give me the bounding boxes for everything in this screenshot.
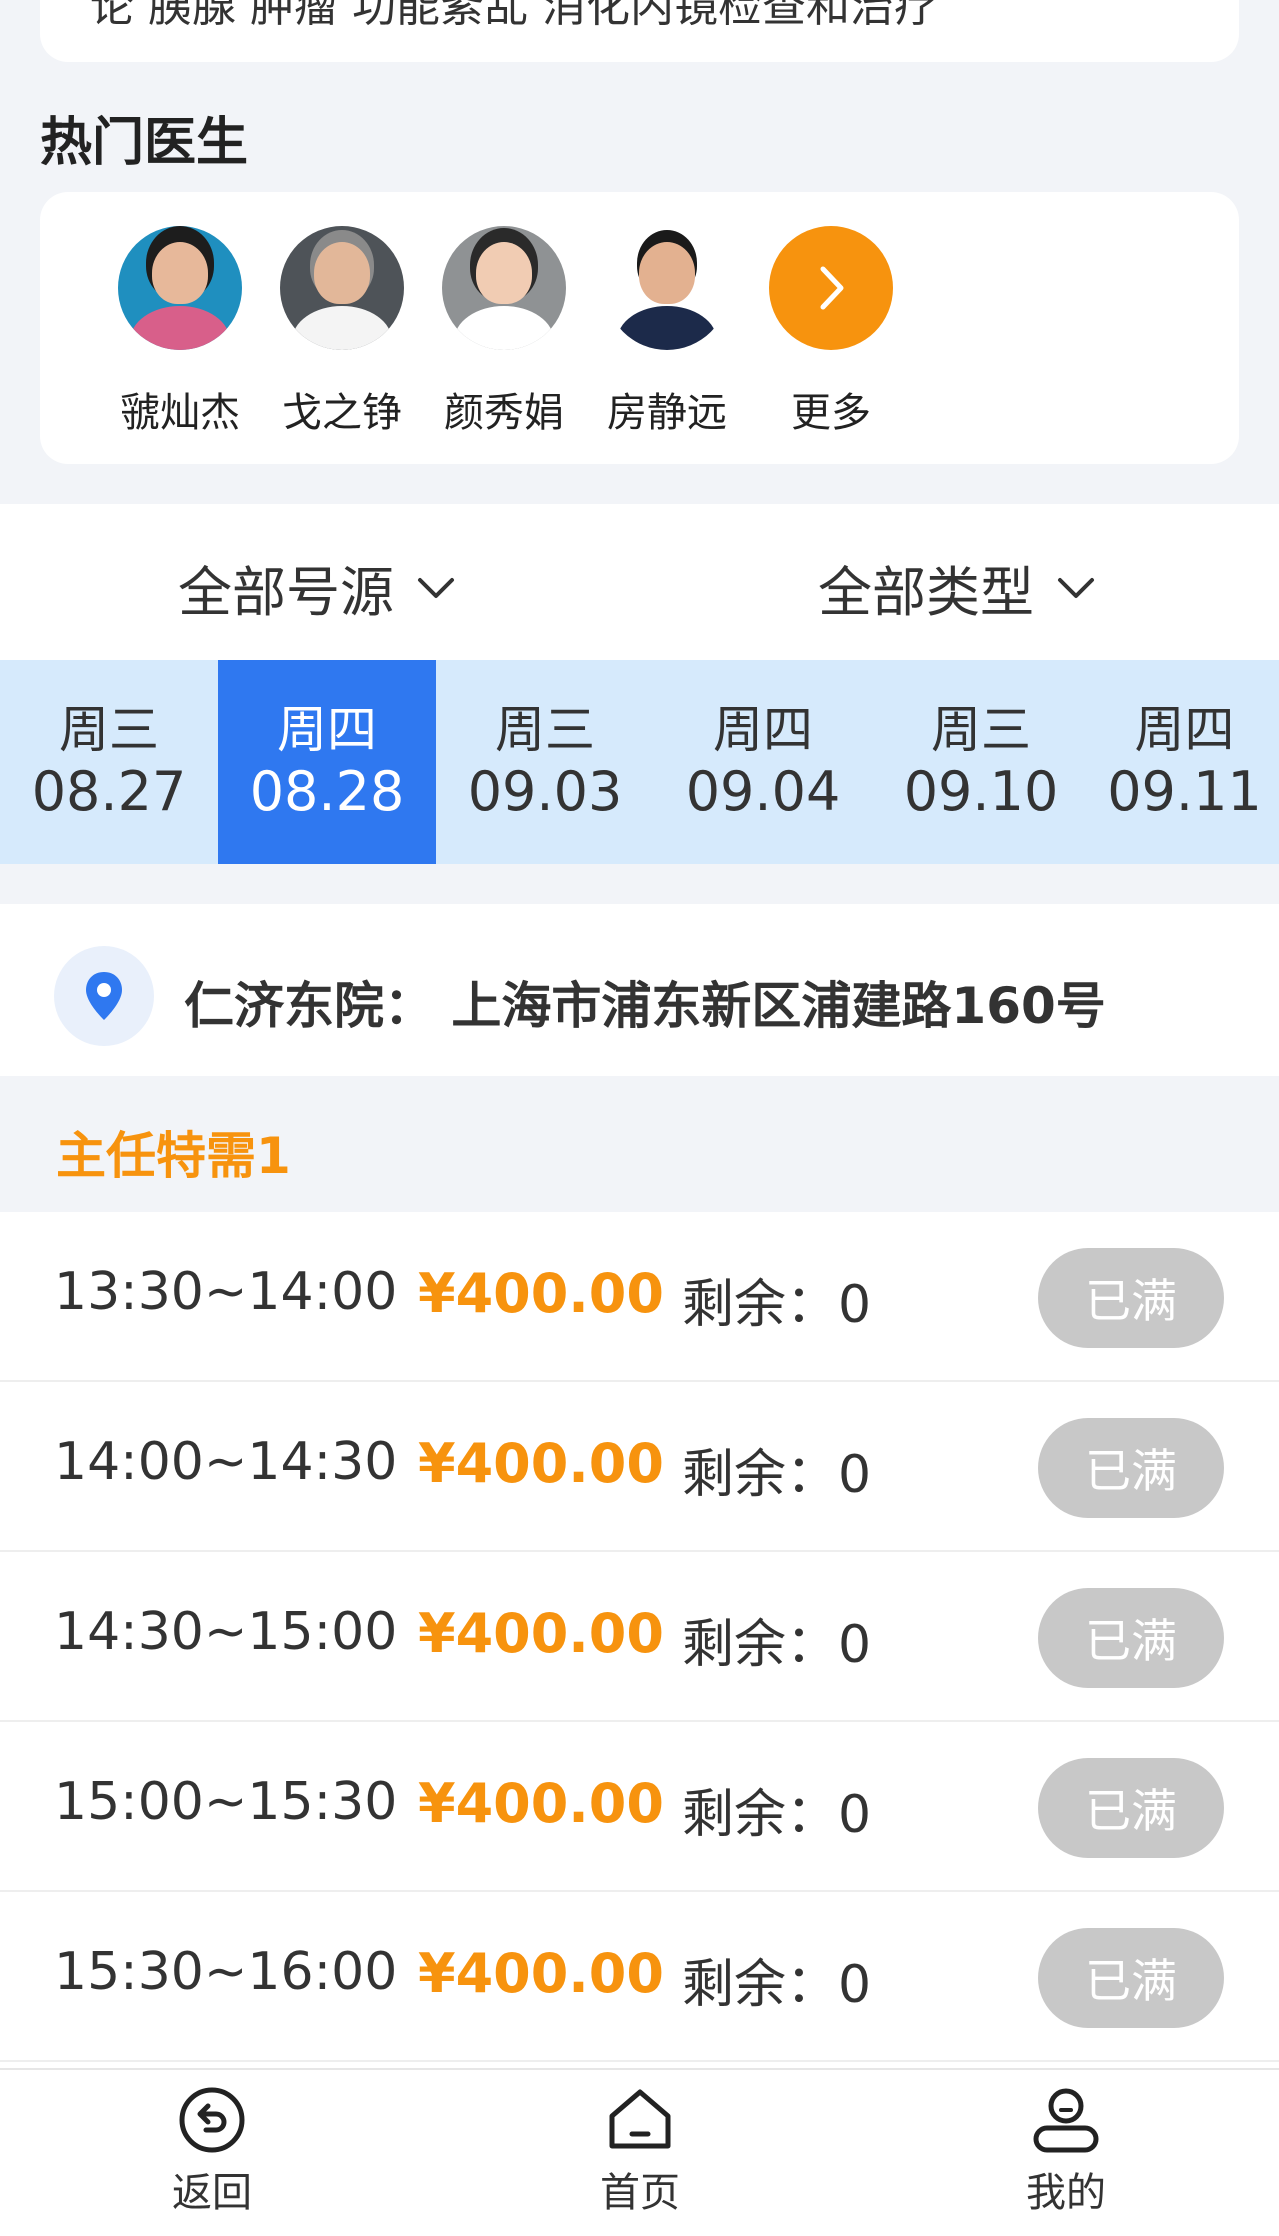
slot-price: ¥400.00	[418, 1942, 664, 2005]
date-weekday: 周三	[931, 701, 1031, 759]
hot-doctors-card: 虢灿杰 戈之铮 颜秀娟 房静远 更多	[40, 192, 1239, 464]
category-label: 主任特需1	[56, 1127, 291, 1185]
date-tab[interactable]: 周三 09.03	[436, 660, 654, 864]
filter-type-label: 全部类型	[818, 561, 1034, 624]
date-tab-selected[interactable]: 周四 08.28	[218, 660, 436, 864]
time-slot-row: 15:00~15:30 ¥400.00 剩余：0 已满	[0, 1722, 1279, 1892]
slot-full-button[interactable]: 已满	[1038, 1248, 1224, 1348]
chevron-down-icon	[1058, 577, 1094, 598]
slot-full-button[interactable]: 已满	[1038, 1588, 1224, 1688]
time-slot-row: 14:00~14:30 ¥400.00 剩余：0 已满	[0, 1382, 1279, 1552]
bottom-tab-bar: 返回 首页 我的	[0, 2068, 1279, 2236]
slot-remaining: 剩余：0	[682, 1275, 872, 1335]
date-value: 09.03	[467, 760, 623, 823]
slot-time: 14:00~14:30	[54, 1432, 398, 1492]
time-slot-row: 15:30~16:00 ¥400.00 剩余：0 已满	[0, 1892, 1279, 2062]
doctor-item[interactable]: 颜秀娟	[419, 226, 589, 438]
slot-price: ¥400.00	[418, 1262, 664, 1325]
filter-source-label: 全部号源	[178, 561, 394, 624]
doctor-avatar	[118, 226, 242, 350]
back-icon	[179, 2087, 245, 2153]
slot-full-button[interactable]: 已满	[1038, 1418, 1224, 1518]
date-weekday: 周四	[1134, 701, 1235, 759]
date-value: 09.10	[903, 760, 1059, 823]
slot-remaining: 剩余：0	[682, 1955, 872, 2015]
date-selector: 周三 08.27 周四 08.28 周三 09.03 周四 09.04 周三 0…	[0, 660, 1279, 864]
date-weekday: 周四	[277, 701, 377, 759]
hospital-address: 仁济东院： 上海市浦东新区浦建路160号	[0, 904, 1279, 1076]
doctor-name: 房静远	[607, 390, 727, 436]
filter-source-dropdown[interactable]: 全部号源	[178, 548, 456, 627]
doctor-item[interactable]: 戈之铮	[257, 226, 427, 438]
tab-back[interactable]: 返回	[112, 2084, 312, 2218]
doctor-avatar	[442, 226, 566, 350]
slot-price: ¥400.00	[418, 1432, 664, 1495]
slot-remaining: 剩余：0	[682, 1445, 872, 1505]
doctor-name: 虢灿杰	[120, 390, 240, 436]
date-weekday: 周四	[713, 701, 813, 759]
location-pin-icon	[54, 946, 154, 1046]
address-text: 仁济东院： 上海市浦东新区浦建路160号	[184, 977, 1106, 1035]
more-label: 更多	[791, 390, 871, 436]
date-tab[interactable]: 周四 09.11	[1090, 660, 1279, 864]
slot-price: ¥400.00	[418, 1772, 664, 1835]
more-doctors[interactable]: 更多	[746, 226, 916, 438]
category-header: 主任特需1	[0, 1076, 1279, 1212]
date-tab[interactable]: 周三 09.10	[872, 660, 1090, 864]
slot-time: 14:30~15:00	[54, 1602, 398, 1662]
date-value: 09.11	[1107, 760, 1262, 823]
tab-mine[interactable]: 我的	[966, 2084, 1166, 2218]
date-tab[interactable]: 周三 08.27	[0, 660, 218, 864]
slot-price: ¥400.00	[418, 1602, 664, 1665]
time-slot-list: 13:30~14:00 ¥400.00 剩余：0 已满 14:00~14:30 …	[0, 1212, 1279, 2068]
date-value: 08.28	[249, 760, 405, 823]
slot-time: 13:30~14:00	[54, 1262, 398, 1322]
date-value: 09.04	[685, 760, 841, 823]
chevron-down-icon	[418, 577, 454, 598]
tab-home[interactable]: 首页	[540, 2084, 740, 2218]
home-icon	[609, 2089, 671, 2149]
chevron-right-icon	[820, 266, 844, 310]
user-icon	[1033, 2088, 1099, 2153]
doctor-avatar	[280, 226, 404, 350]
date-value: 08.27	[31, 760, 187, 823]
time-slot-row: 14:30~15:00 ¥400.00 剩余：0 已满	[0, 1552, 1279, 1722]
doctor-name: 颜秀娟	[444, 390, 564, 436]
slot-full-button[interactable]: 已满	[1038, 1928, 1224, 2028]
slot-full-button[interactable]: 已满	[1038, 1758, 1224, 1858]
slot-time: 15:30~16:00	[54, 1942, 398, 2002]
tab-home-label: 首页	[600, 2170, 680, 2216]
filter-type-dropdown[interactable]: 全部类型	[818, 548, 1096, 627]
date-tab[interactable]: 周四 09.04	[654, 660, 872, 864]
specialty-card: 论 胰腺 肿瘤 功能紊乱 消化内镜检查和治疗	[40, 0, 1239, 62]
filter-bar: 全部号源 全部类型	[0, 504, 1279, 660]
more-button[interactable]	[769, 226, 893, 350]
date-weekday: 周三	[495, 701, 595, 759]
slot-remaining: 剩余：0	[682, 1615, 872, 1675]
doctor-item[interactable]: 房静远	[582, 226, 752, 438]
time-slot-row: 13:30~14:00 ¥400.00 剩余：0 已满	[0, 1212, 1279, 1382]
slot-time: 15:00~15:30	[54, 1772, 398, 1832]
doctor-item[interactable]: 虢灿杰	[95, 226, 265, 438]
section-title-hot-doctors: 热门医生	[40, 113, 249, 173]
specialty-text: 论 胰腺 肿瘤 功能紊乱 消化内镜检查和治疗	[90, 0, 938, 32]
doctor-avatar	[605, 226, 729, 350]
date-weekday: 周三	[59, 701, 159, 759]
tab-mine-label: 我的	[1026, 2170, 1106, 2216]
slot-remaining: 剩余：0	[682, 1785, 872, 1845]
doctor-name: 戈之铮	[282, 390, 402, 436]
tab-back-label: 返回	[172, 2170, 252, 2216]
